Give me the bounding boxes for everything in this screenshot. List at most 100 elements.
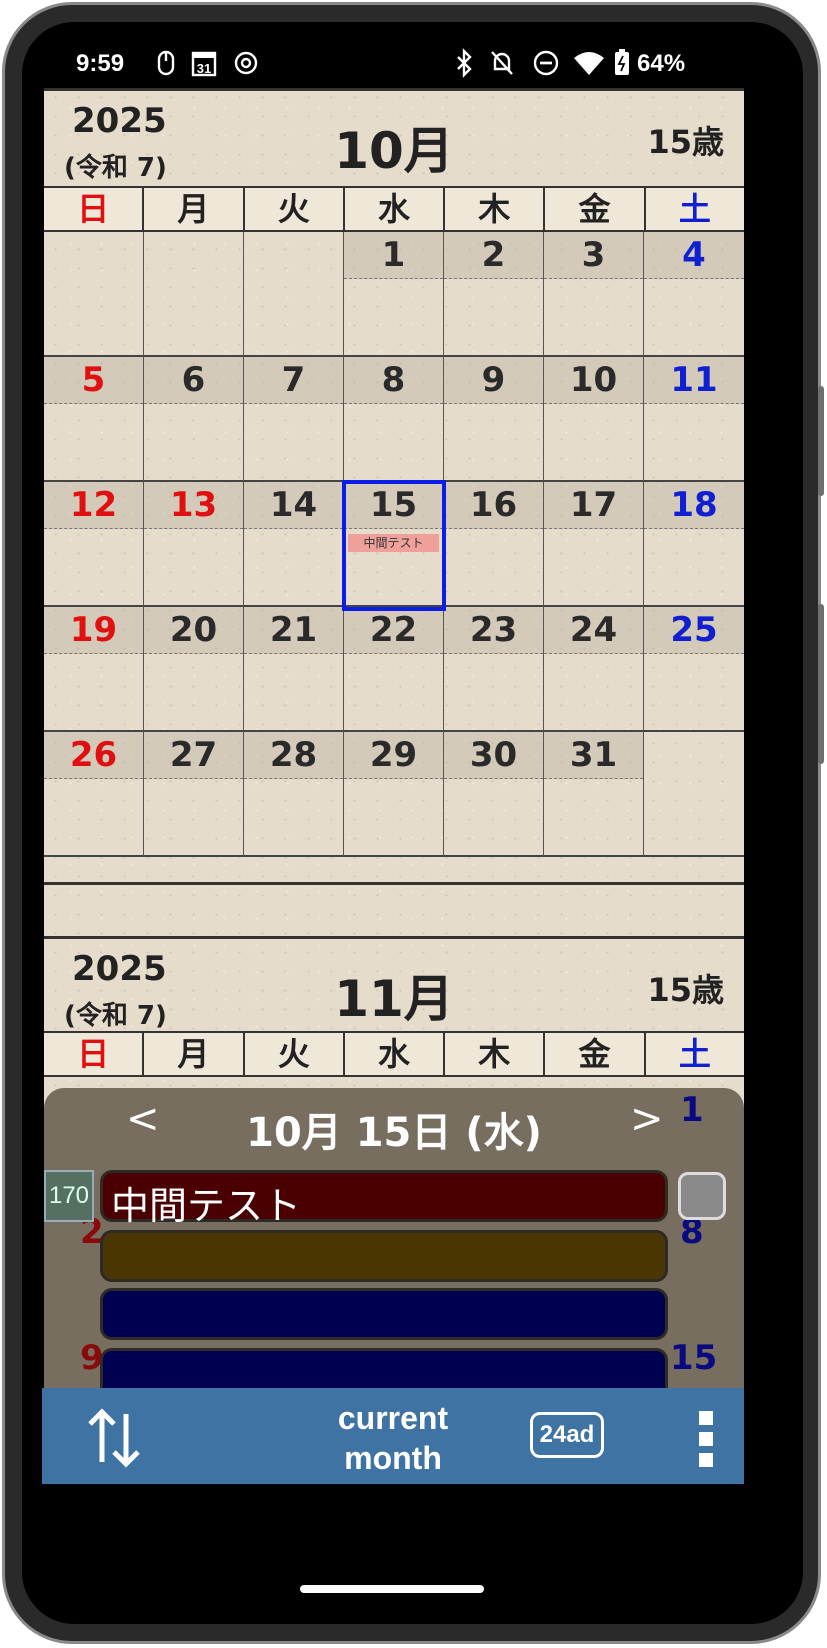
day-cell[interactable]: 27 <box>144 732 244 857</box>
home-indicator[interactable] <box>300 1585 484 1593</box>
day-number: 26 <box>44 732 143 779</box>
day-cell[interactable]: 24 <box>544 607 644 732</box>
day-number: 18 <box>644 482 744 529</box>
day-number: 28 <box>244 732 343 779</box>
day-cell[interactable]: 28 <box>244 732 344 857</box>
month-title: 11月 <box>334 970 454 1028</box>
day-cell[interactable]: 11 <box>644 357 744 482</box>
current-month-button[interactable]: current month <box>42 1398 744 1478</box>
day-cell[interactable] <box>144 232 244 357</box>
day-cell[interactable]: 26 <box>44 732 144 857</box>
day-cell[interactable]: 3 <box>544 232 644 357</box>
day-cell[interactable] <box>644 732 744 857</box>
status-bar: 9:59 31 64% <box>22 22 803 92</box>
notifications-off-icon <box>491 51 513 75</box>
weekday-label: 月 <box>144 188 245 230</box>
day-number: 2 <box>444 232 543 279</box>
next-day-button[interactable]: > <box>630 1096 664 1142</box>
event-slot-2[interactable] <box>100 1230 668 1282</box>
day-cell[interactable] <box>44 232 144 357</box>
day-number: 16 <box>444 482 543 529</box>
day-cell[interactable]: 6 <box>144 357 244 482</box>
day-number: 17 <box>544 482 643 529</box>
current-month-line2: month <box>344 1440 442 1476</box>
day-number: 10 <box>544 357 643 404</box>
volume-button <box>818 386 824 496</box>
day-cell[interactable]: 1 <box>344 232 444 357</box>
day-number: 3 <box>544 232 643 279</box>
day-number: 5 <box>44 357 143 404</box>
day-cell[interactable]: 4 <box>644 232 744 357</box>
day-cell[interactable]: 31 <box>544 732 644 857</box>
day-number: 8 <box>344 357 443 404</box>
day-number: 7 <box>244 357 343 404</box>
weekday-label: 水 <box>345 1033 446 1075</box>
day-cell[interactable]: 20 <box>144 607 244 732</box>
event-slot-3[interactable] <box>100 1288 668 1340</box>
day-cell[interactable]: 29 <box>344 732 444 857</box>
peek-day-number: 1 <box>680 1090 704 1130</box>
weekday-label: 月 <box>144 1033 245 1075</box>
day-number: 14 <box>244 482 343 529</box>
day-number: 13 <box>144 482 243 529</box>
day-number: 29 <box>344 732 443 779</box>
peek-day-number: 15 <box>670 1338 718 1378</box>
day-cell[interactable]: 22 <box>344 607 444 732</box>
weekday-label: 日 <box>44 188 145 230</box>
day-number: 22 <box>344 607 443 654</box>
day-cell[interactable]: 9 <box>444 357 544 482</box>
day-cell[interactable]: 14 <box>244 482 344 607</box>
phone: 9:59 31 64% 2025 (令和 7) 10月 15歳 日 月 火 水 … <box>0 0 827 1648</box>
day-cell[interactable]: 8 <box>344 357 444 482</box>
battery-percentage: 64% <box>637 50 686 77</box>
day-cell[interactable]: 23 <box>444 607 544 732</box>
weekday-label: 水 <box>345 188 446 230</box>
day-cell[interactable]: 12 <box>44 482 144 607</box>
bluetooth-icon <box>457 48 472 78</box>
weekday-label: 金 <box>545 1033 646 1075</box>
day-cell[interactable]: 21 <box>244 607 344 732</box>
day-cell[interactable]: 25 <box>644 607 744 732</box>
day-cell[interactable]: 10 <box>544 357 644 482</box>
day-cell[interactable]: 2 <box>444 232 544 357</box>
event-title: 中間テスト <box>111 1184 302 1228</box>
day-cell[interactable]: 5 <box>44 357 144 482</box>
event-checkbox[interactable] <box>678 1172 726 1220</box>
day-cell[interactable]: 30 <box>444 732 544 857</box>
day-cell[interactable] <box>244 232 344 357</box>
weekday-label: 木 <box>445 188 546 230</box>
day-number: 30 <box>444 732 543 779</box>
day-cell[interactable]: 7 <box>244 357 344 482</box>
screen: 9:59 31 64% 2025 (令和 7) 10月 15歳 日 月 火 水 … <box>22 22 803 1624</box>
day-number: 6 <box>144 357 243 404</box>
day-cell[interactable]: 16 <box>444 482 544 607</box>
day-number: 21 <box>244 607 343 654</box>
more-vert-icon[interactable] <box>696 1408 716 1470</box>
month-october: 2025 (令和 7) 10月 15歳 日月火水木金土 1 2 3 4 5 6 7 8 9 10 1… <box>44 88 744 885</box>
day-number: 19 <box>44 607 143 654</box>
weekday-label: 金 <box>545 188 646 230</box>
event-count-badge[interactable]: 170 <box>44 1170 94 1222</box>
weekday-label: 土 <box>678 190 711 228</box>
day-number: 4 <box>644 232 744 279</box>
weekday-label: 土 <box>678 1035 711 1073</box>
day-cell[interactable]: 17 <box>544 482 644 607</box>
day-number: 12 <box>44 482 143 529</box>
day-number: 31 <box>544 732 643 779</box>
day-cell[interactable]: 18 <box>644 482 744 607</box>
age-label: 15歳 <box>647 971 724 1009</box>
day-cell[interactable]: 19 <box>44 607 144 732</box>
age-label: 15歳 <box>647 123 724 161</box>
weekday-label: 木 <box>445 1033 546 1075</box>
day-detail-panel: < 10月 15日 (水) > 1 2 8 9 15 170 中間テスト <box>44 1088 744 1418</box>
current-month-line1: current <box>337 1400 449 1436</box>
day-cell[interactable]: 13 <box>144 482 244 607</box>
24ad-button[interactable]: 24ad <box>530 1412 604 1458</box>
weekday-label: 日 <box>44 1033 145 1075</box>
openai-icon <box>234 51 258 75</box>
battery-icon <box>615 49 629 75</box>
event-slot-1[interactable]: 中間テスト <box>100 1170 668 1228</box>
day-number: 25 <box>644 607 744 654</box>
power-button <box>818 604 824 764</box>
bottom-toolbar: current month 24ad <box>42 1388 744 1484</box>
